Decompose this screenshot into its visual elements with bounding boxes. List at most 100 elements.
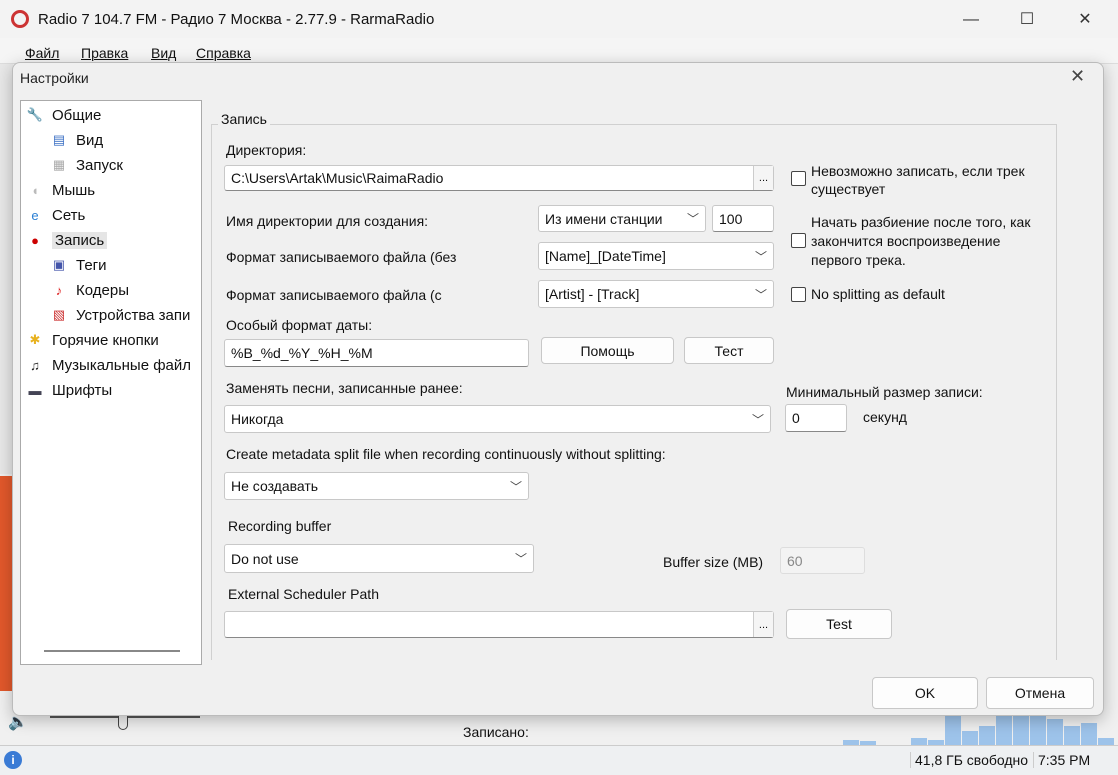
format-without-value: [Name]_[DateTime] <box>545 248 666 264</box>
format-with-select[interactable]: [Artist] - [Track] ﹀ <box>538 280 774 308</box>
help-button[interactable]: Помощь <box>541 337 674 364</box>
format-with-value: [Artist] - [Track] <box>545 286 640 302</box>
music-icon: ♪ <box>55 282 63 298</box>
tree-item[interactable]: ▤ Вид <box>50 129 103 151</box>
dir-name-select[interactable]: Из имени станции ﹀ <box>538 205 706 232</box>
device-icon: ▧ <box>52 307 66 322</box>
test-date-button[interactable]: Тест <box>684 337 774 364</box>
directory-input[interactable]: C:\Users\Artak\Music\RaimaRadio... <box>224 165 774 191</box>
dialog-close-button[interactable]: ✕ <box>1070 66 1085 87</box>
dialog-title: Настройки <box>20 70 89 86</box>
spectrum-bar <box>945 716 961 745</box>
buffer-size-input[interactable]: 60 <box>780 547 865 574</box>
replace-value: Никогда <box>231 411 284 427</box>
metadata-select[interactable]: Не создавать ﹀ <box>224 472 529 500</box>
tree-scrollbar[interactable] <box>44 650 180 652</box>
date-format-label: Особый формат даты: <box>226 317 373 333</box>
list-icon: ▦ <box>52 157 66 172</box>
tree-item-label: Теги <box>76 256 107 274</box>
chevron-down-icon: ﹀ <box>754 287 767 302</box>
tree-item[interactable]: e Сеть <box>26 204 85 226</box>
info-icon[interactable]: i <box>4 751 22 769</box>
dir-name-number-input[interactable]: 100 <box>712 205 774 232</box>
min-size-label: Минимальный размер записи: <box>786 384 983 400</box>
directory-label: Директория: <box>226 142 307 158</box>
metadata-value: Не создавать <box>231 478 319 494</box>
cancel-button[interactable]: Отмена <box>986 677 1094 709</box>
start-split-checkbox[interactable] <box>791 233 806 248</box>
monitor-icon: ▬ <box>28 382 42 398</box>
dir-name-label: Имя директории для создания: <box>226 213 429 229</box>
recorded-label: Записано: <box>463 724 529 740</box>
replace-select[interactable]: Никогда ﹀ <box>224 405 771 433</box>
record-group-label: Запись <box>218 111 270 127</box>
tree-item[interactable]: ◖ Мышь <box>26 179 95 201</box>
metadata-label: Create metadata split file when recordin… <box>226 446 666 462</box>
tree-item-label: Шрифты <box>52 381 113 399</box>
tree-item-label: Кодеры <box>76 281 129 299</box>
tree-item[interactable]: 🔧 Общие <box>26 104 101 126</box>
date-format-input[interactable]: %B_%d_%Y_%H_%M <box>224 339 529 367</box>
minimize-button[interactable]: — <box>948 6 994 34</box>
tree-item[interactable]: ▬ Шрифты <box>26 379 113 401</box>
record-icon: ● <box>31 232 39 248</box>
spectrum-bar <box>911 737 927 745</box>
buffer-size-label: Buffer size (MB) <box>663 554 764 570</box>
scheduler-test-button[interactable]: Test <box>786 609 892 639</box>
window-title: Radio 7 104.7 FM - Радио 7 Москва - 2.77… <box>38 11 435 28</box>
menu-edit[interactable]: Правка <box>81 45 128 61</box>
tree-item[interactable]: ✱ Горячие кнопки <box>26 329 159 351</box>
close-window-button[interactable]: ✕ <box>1062 6 1108 34</box>
spectrum-bar <box>1013 713 1029 745</box>
menu-file[interactable]: Файл <box>25 45 59 61</box>
tree-item-label: Запуск <box>76 156 123 174</box>
menu-view[interactable]: Вид <box>151 45 176 61</box>
buffer-value: Do not use <box>231 550 299 567</box>
spectrum-bar <box>962 730 978 745</box>
browse-directory-button[interactable]: ... <box>753 166 773 190</box>
chevron-down-icon: ﹀ <box>686 212 699 226</box>
tree-item[interactable]: ♫ Музыкальные файл <box>26 354 191 376</box>
scheduler-path-input[interactable]: ... <box>224 611 774 638</box>
replace-label: Заменять песни, записанные ранее: <box>226 380 463 396</box>
spectrum-bar <box>1030 713 1046 745</box>
floppy-icon: ▣ <box>52 257 66 272</box>
format-without-label: Формат записываемого файла (без <box>226 249 457 265</box>
ie-icon: e <box>31 207 39 223</box>
spectrum-bar <box>1098 737 1114 745</box>
free-space-status: 41,8 ГБ свободно <box>910 752 1028 768</box>
wrench-icon: 🔧 <box>26 107 44 122</box>
clock-status: 7:35 PM <box>1033 752 1090 768</box>
tree-item[interactable]: ▦ Запуск <box>50 154 123 176</box>
scheduler-label: External Scheduler Path <box>228 586 379 602</box>
start-split-label: Начать разбиение после того, как закончи… <box>811 214 1031 268</box>
format-without-select[interactable]: [Name]_[DateTime] ﹀ <box>538 242 774 270</box>
hotkey-icon: ✱ <box>29 332 41 347</box>
tree-item[interactable]: ▧ Устройства запи <box>50 304 191 326</box>
cannot-record-checkbox[interactable] <box>791 171 806 186</box>
browse-scheduler-button[interactable]: ... <box>753 612 773 637</box>
no-split-checkbox[interactable] <box>791 287 806 302</box>
min-size-input[interactable]: 0 <box>785 404 847 432</box>
buffer-select[interactable]: Do not use ﹀ <box>224 544 534 573</box>
tree-item[interactable]: ▣ Теги <box>50 254 107 276</box>
dir-name-number-value: 100 <box>719 210 743 227</box>
cannot-record-label: Невозможно записать, если трек существуе… <box>811 163 1025 197</box>
tree-item-label: Вид <box>76 131 104 149</box>
maximize-button[interactable]: ☐ <box>1004 6 1050 34</box>
menu-help[interactable]: Справка <box>196 45 251 61</box>
app-icon <box>11 10 29 28</box>
no-split-label: No splitting as default <box>811 286 945 302</box>
chevron-down-icon: ﹀ <box>754 249 767 264</box>
spectrum-bar <box>1081 723 1097 745</box>
tree-item[interactable]: ● Запись <box>26 229 108 251</box>
tree-item-label: Мышь <box>52 181 96 199</box>
chevron-down-icon: ﹀ <box>514 552 527 566</box>
tree-item-label: Устройства запи <box>76 306 191 324</box>
tree-item-label: Общие <box>52 106 102 124</box>
tree-item-label: Горячие кнопки <box>52 331 159 349</box>
tree-item[interactable]: ♪ Кодеры <box>50 279 129 301</box>
chevron-down-icon: ﹀ <box>509 479 522 494</box>
ok-button[interactable]: OK <box>872 677 978 709</box>
tree-item-label: Сеть <box>52 206 86 224</box>
